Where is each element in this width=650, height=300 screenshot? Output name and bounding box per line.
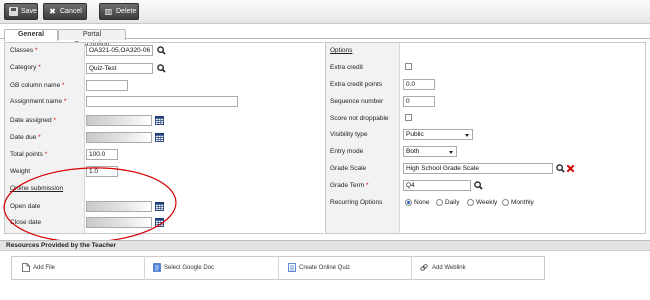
cancel-button[interactable]: ✖ Cancel	[43, 3, 87, 20]
chevron-down-icon	[449, 151, 453, 154]
add-file-button[interactable]: Add File	[33, 265, 55, 271]
sequence-number-label: Sequence number	[330, 98, 384, 105]
extra-credit-points-input[interactable]: 0.0	[403, 79, 435, 90]
create-online-quiz-button[interactable]: Create Online Quiz	[299, 265, 350, 271]
recurring-monthly-radio[interactable]	[502, 199, 509, 206]
category-label: Category *	[10, 64, 41, 71]
gb-column-name-label: GB column name *	[10, 82, 65, 89]
resources-divider	[278, 256, 279, 280]
save-icon	[9, 7, 18, 16]
search-icon[interactable]	[474, 181, 483, 190]
search-icon[interactable]	[157, 64, 166, 73]
grade-scale-label: Grade Scale	[330, 165, 367, 172]
grade-scale-input[interactable]: High School Grade Scale	[403, 163, 553, 174]
score-not-droppable-checkbox[interactable]	[405, 114, 412, 121]
save-button[interactable]: Save	[4, 3, 38, 20]
entry-mode-label: Entry mode	[330, 148, 364, 155]
category-field[interactable]: Quiz-Test	[86, 63, 153, 74]
resources-divider	[411, 256, 412, 280]
classes-field[interactable]: OA321-05,OA320-06	[86, 45, 153, 56]
tab-general[interactable]: General	[4, 29, 58, 41]
toolbar	[0, 0, 650, 24]
select-google-doc-button[interactable]: Select Google Doc	[164, 265, 214, 271]
close-icon: ✖	[49, 7, 56, 16]
recurring-weekly-label: Weekly	[476, 199, 498, 206]
add-weblink-button[interactable]: Add Weblink	[432, 265, 466, 271]
delete-button[interactable]: ▥ Delete	[99, 3, 139, 20]
calendar-icon[interactable]	[155, 133, 164, 142]
assignment-name-input[interactable]	[86, 96, 238, 107]
visibility-type-select[interactable]: Public	[403, 129, 473, 140]
assignment-name-label: Assignment name *	[10, 98, 67, 105]
extra-credit-checkbox[interactable]	[405, 63, 412, 70]
annotation-ellipse	[3, 167, 177, 243]
trash-icon: ▥	[104, 7, 113, 16]
calendar-icon[interactable]	[155, 116, 164, 125]
recurring-options-label: Recurring Options	[330, 199, 383, 206]
grade-term-input[interactable]: Q4	[403, 180, 471, 191]
resources-divider	[144, 256, 145, 280]
gb-column-name-input[interactable]	[86, 80, 128, 91]
tab-portal-description[interactable]: Portal Description	[58, 29, 126, 48]
recurring-daily-label: Daily	[445, 199, 460, 206]
resources-title: Resources Provided by the Teacher	[6, 242, 117, 249]
extra-credit-points-label: Extra credit points	[330, 81, 383, 88]
date-assigned-input[interactable]	[86, 115, 152, 126]
extra-credit-label: Extra credit	[330, 64, 363, 71]
date-assigned-label: Date assigned *	[10, 117, 56, 124]
date-due-label: Date due *	[10, 134, 41, 141]
recurring-none-radio[interactable]	[405, 199, 412, 206]
chevron-down-icon	[465, 134, 469, 137]
link-icon	[420, 264, 428, 271]
date-due-input[interactable]	[86, 132, 152, 143]
recurring-none-label: None	[414, 199, 430, 206]
google-doc-icon	[153, 263, 161, 272]
recurring-weekly-radio[interactable]	[467, 199, 474, 206]
total-points-label: Total points *	[10, 151, 48, 158]
search-icon[interactable]	[157, 46, 166, 55]
file-icon	[22, 263, 30, 272]
search-icon[interactable]	[556, 164, 565, 173]
recurring-monthly-label: Monthly	[511, 199, 534, 206]
entry-mode-select[interactable]: Both	[403, 146, 457, 157]
visibility-type-label: Visibility type	[330, 131, 368, 138]
total-points-input[interactable]: 100.0	[86, 149, 118, 160]
recurring-daily-radio[interactable]	[436, 199, 443, 206]
sequence-number-input[interactable]: 0	[403, 96, 435, 107]
classes-label: Classes *	[10, 47, 38, 54]
clear-icon[interactable]	[566, 164, 575, 173]
options-title: Options	[330, 47, 353, 54]
score-not-droppable-label: Score not droppable	[330, 115, 389, 122]
quiz-icon	[288, 263, 296, 272]
grade-term-label: Grade Term *	[330, 182, 369, 189]
